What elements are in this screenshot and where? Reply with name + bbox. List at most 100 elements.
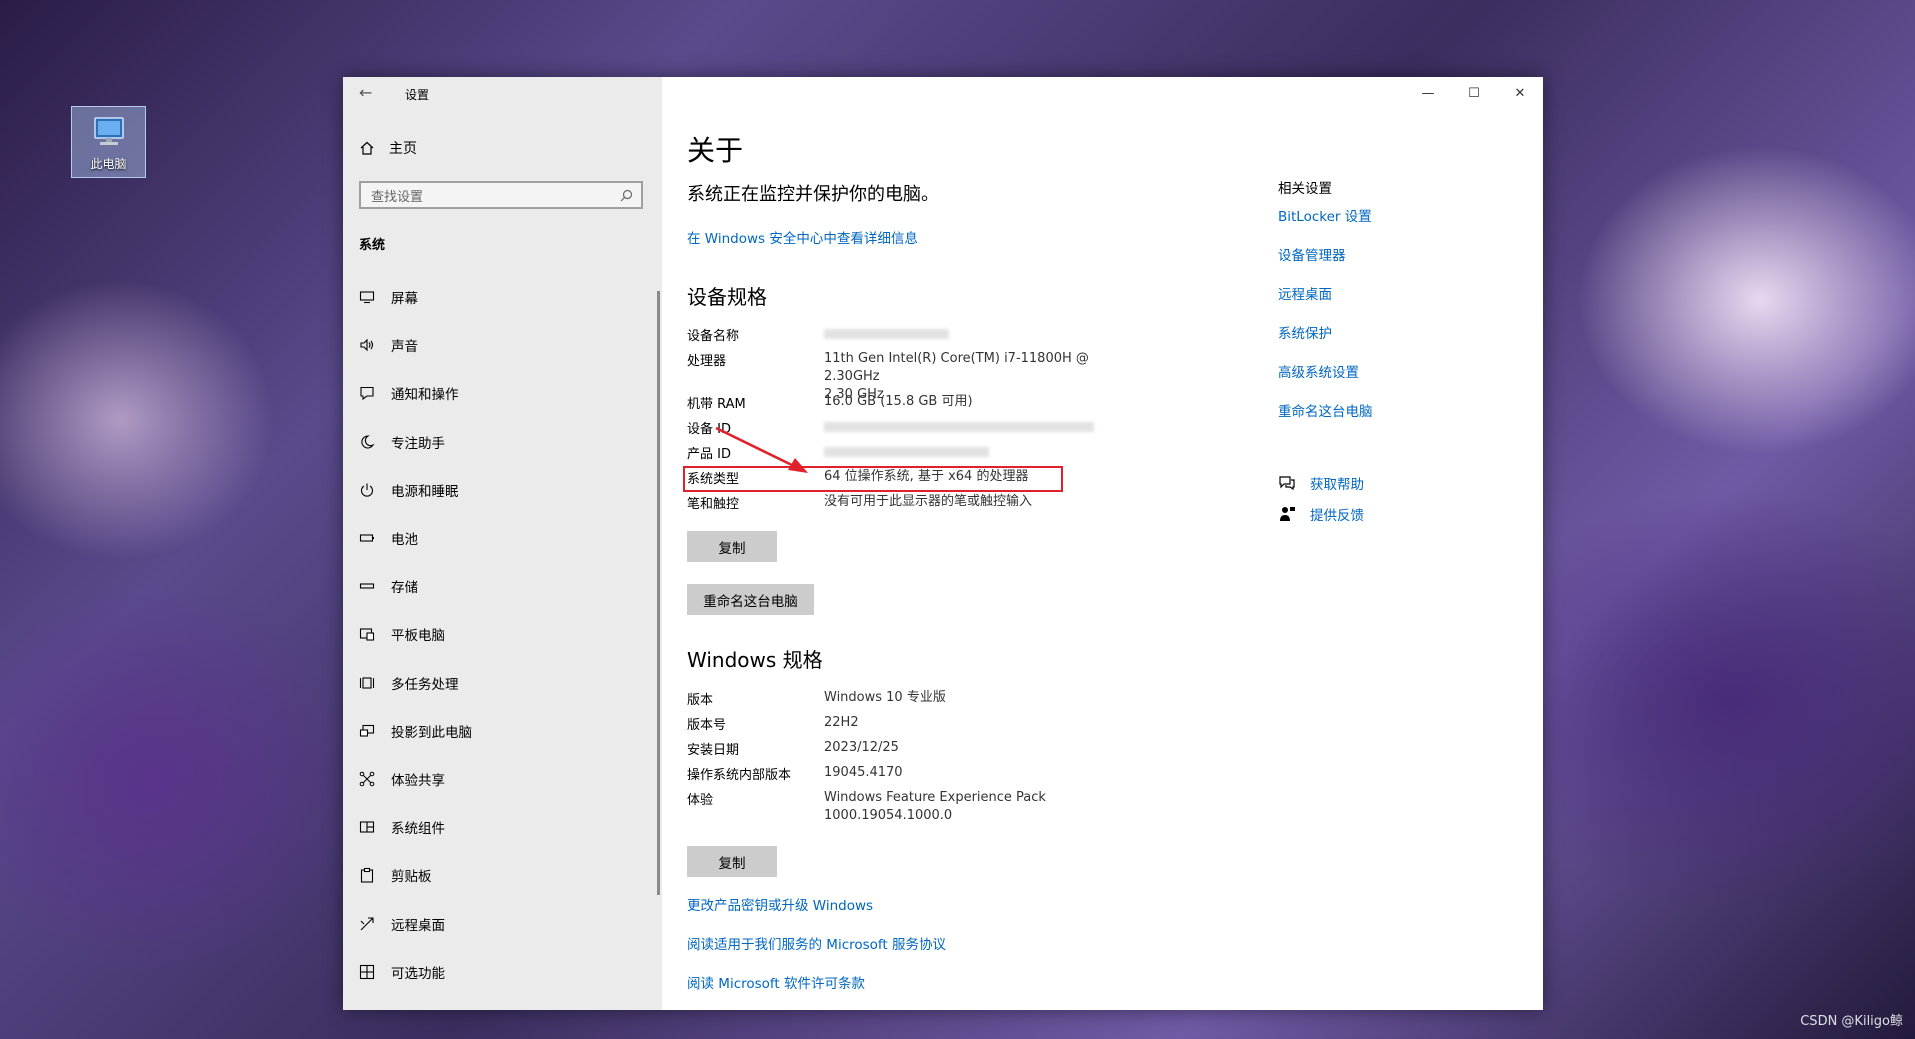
help-section: 获取帮助 提供反馈: [1278, 467, 1364, 529]
sidebar-item-tablet[interactable]: 平板电脑: [343, 610, 662, 658]
copy-device-specs-button[interactable]: 复制: [687, 531, 777, 562]
sidebar-item-label: 投影到此电脑: [391, 724, 472, 741]
search-placeholder: 查找设置: [371, 189, 424, 205]
product-id-value: [824, 443, 989, 468]
home-icon: [360, 141, 374, 155]
security-center-link[interactable]: 在 Windows 安全中心中查看详细信息: [687, 227, 918, 247]
spec-key: 笔和触控: [687, 497, 740, 512]
desktop-icon-this-pc[interactable]: 此电脑: [71, 106, 146, 178]
sidebar-item-optional-features[interactable]: 可选功能: [343, 948, 662, 996]
protection-status: 系统正在监控并保护你的电脑。: [687, 184, 939, 205]
sidebar-item-label: 存储: [391, 580, 418, 597]
get-help-link[interactable]: 获取帮助: [1278, 467, 1364, 498]
sidebar-item-screen[interactable]: 屏幕: [343, 273, 662, 321]
tablet-icon: [359, 628, 375, 641]
sidebar-item-label: 多任务处理: [391, 676, 459, 693]
spec-row: 处理器 11th Gen Intel(R) Core(TM) i7-11800H…: [687, 350, 1137, 402]
sidebar-item-clipboard[interactable]: 剪贴板: [343, 851, 662, 899]
sidebar-item-focus-assist[interactable]: 专注助手: [343, 418, 662, 466]
components-icon: [359, 821, 375, 833]
sidebar-item-multitasking[interactable]: 多任务处理: [343, 659, 662, 707]
redacted-value: [824, 328, 949, 339]
sidebar-item-projecting[interactable]: 投影到此电脑: [343, 707, 662, 755]
sidebar-item-remote-desktop[interactable]: 远程桌面: [343, 899, 662, 947]
sidebar-item-label: 剪贴板: [391, 869, 432, 886]
spec-value: 11th Gen Intel(R) Core(TM) i7-11800H @ 2…: [824, 350, 1137, 402]
sidebar-item-sound[interactable]: 声音: [343, 321, 662, 369]
redacted-value: [824, 446, 989, 457]
copy-windows-specs-button[interactable]: 复制: [687, 846, 777, 877]
sidebar-item-notifications[interactable]: 通知和操作: [343, 369, 662, 417]
sidebar-item-storage[interactable]: 存储: [343, 562, 662, 610]
multitask-icon: [359, 677, 375, 689]
spec-row: 体验 Windows Feature Experience Pack 1000.…: [687, 789, 1137, 832]
rename-pc-button[interactable]: 重命名这台电脑: [687, 584, 814, 615]
sidebar-item-shared-experiences[interactable]: 体验共享: [343, 755, 662, 803]
processor-value: 11th Gen Intel(R) Core(TM) i7-11800H @ 2…: [824, 351, 1089, 384]
sidebar: ← 设置 主页 查找设置 系统 屏幕 声音 通知和操作 专注助手 电源和睡眠 电…: [343, 77, 662, 1010]
spec-key: 安装日期: [687, 743, 740, 758]
device-manager-link[interactable]: 设备管理器: [1278, 244, 1498, 283]
get-help-label: 获取帮助: [1310, 476, 1364, 493]
feedback-icon: [1280, 506, 1295, 521]
close-button[interactable]: ✕: [1497, 77, 1543, 109]
sidebar-item-label: 体验共享: [391, 772, 445, 789]
sidebar-item-label: 电源和睡眠: [391, 483, 459, 500]
spec-key: 设备名称: [687, 329, 740, 344]
search-icon: [620, 189, 633, 202]
spec-value: 2023/12/25: [824, 740, 899, 755]
remote-desktop-link[interactable]: 远程桌面: [1278, 283, 1498, 322]
battery-icon: [359, 534, 374, 542]
device-name-value: [824, 325, 949, 350]
bitlocker-link[interactable]: BitLocker 设置: [1278, 205, 1498, 244]
sidebar-scrollbar[interactable]: [657, 291, 660, 895]
related-settings-title: 相关设置: [1278, 181, 1332, 197]
license-terms-link[interactable]: 阅读 Microsoft 软件许可条款: [687, 972, 946, 1011]
project-icon: [359, 724, 375, 737]
sidebar-item-label: 远程桌面: [391, 917, 445, 934]
storage-icon: [359, 583, 375, 589]
spec-key: 产品 ID: [687, 447, 731, 462]
maximize-button[interactable]: ☐: [1451, 77, 1497, 109]
feedback-label: 提供反馈: [1310, 507, 1364, 524]
sidebar-item-label: 平板电脑: [391, 628, 445, 645]
watermark: CSDN @Kiligo鲸: [1800, 1014, 1903, 1029]
spec-value: 没有可用于此显示器的笔或触控输入: [824, 494, 1033, 509]
sidebar-item-label: 系统组件: [391, 821, 445, 838]
monitor-icon: [359, 291, 375, 304]
spec-value: 22H2: [824, 715, 859, 730]
device-specs-heading: 设备规格: [687, 285, 767, 309]
computer-icon: [93, 117, 124, 145]
bottom-links: 更改产品密钥或升级 Windows 阅读适用于我们服务的 Microsoft 服…: [687, 894, 946, 1011]
spec-key: 机带 RAM: [687, 397, 746, 412]
share-icon: [359, 771, 375, 787]
experience-value: Windows Feature Experience Pack: [824, 790, 1046, 805]
spec-value: Windows 10 专业版: [824, 690, 946, 705]
spec-value: 16.0 GB (15.8 GB 可用): [824, 394, 973, 409]
related-settings: 相关设置 BitLocker 设置 设备管理器 远程桌面 系统保护 高级系统设置…: [1278, 177, 1498, 439]
sidebar-home[interactable]: 主页: [359, 138, 417, 158]
system-protection-link[interactable]: 系统保护: [1278, 322, 1498, 361]
advanced-system-settings-link[interactable]: 高级系统设置: [1278, 361, 1498, 400]
minimize-button[interactable]: —: [1405, 77, 1451, 109]
search-input[interactable]: 查找设置: [359, 181, 643, 209]
sidebar-item-battery[interactable]: 电池: [343, 514, 662, 562]
feedback-link[interactable]: 提供反馈: [1278, 498, 1364, 529]
sidebar-item-power[interactable]: 电源和睡眠: [343, 466, 662, 514]
window-title: 设置: [405, 88, 430, 102]
spec-row: 版本 Windows 10 专业版: [687, 689, 1137, 714]
main-content: — ☐ ✕ 关于 系统正在监控并保护你的电脑。 在 Windows 安全中心中查…: [662, 77, 1543, 1010]
sidebar-item-label: 通知和操作: [391, 387, 459, 404]
sidebar-item-system-components[interactable]: 系统组件: [343, 803, 662, 851]
change-product-key-link[interactable]: 更改产品密钥或升级 Windows: [687, 894, 946, 933]
remote-desktop-icon: [360, 916, 374, 930]
window-controls: — ☐ ✕: [1405, 77, 1543, 109]
clipboard-icon: [360, 868, 374, 883]
service-agreement-link[interactable]: 阅读适用于我们服务的 Microsoft 服务协议: [687, 933, 946, 972]
optional-features-icon: [359, 964, 375, 979]
rename-pc-link[interactable]: 重命名这台电脑: [1278, 400, 1498, 439]
sidebar-item-label: 专注助手: [391, 435, 445, 452]
spec-value: Windows Feature Experience Pack 1000.190…: [824, 789, 1046, 832]
spec-row: 操作系统内部版本 19045.4170: [687, 764, 1137, 789]
back-arrow-icon[interactable]: ←: [359, 83, 372, 102]
